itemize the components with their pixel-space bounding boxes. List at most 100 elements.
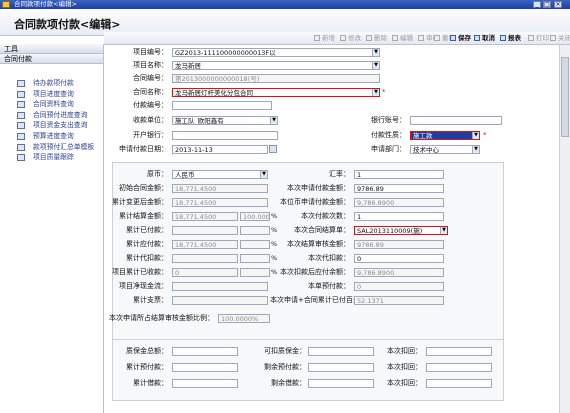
cum-stat-field	[172, 296, 268, 305]
sidebar-item-progress-query[interactable]: 项目进度查询	[0, 89, 103, 100]
calendar-icon[interactable]	[269, 145, 277, 153]
chevron-down-icon[interactable]: ▼	[472, 132, 479, 139]
remain-prepay-field[interactable]	[308, 363, 374, 372]
deductible-field[interactable]	[308, 347, 374, 356]
bank-label: 开户银行：	[133, 131, 168, 139]
rate-field[interactable]: 1	[354, 170, 444, 179]
payee-field[interactable]: 施工队_欧阳鑫有 ▼	[172, 116, 278, 125]
this-deduct3-field[interactable]	[426, 379, 492, 388]
vertical-scrollbar[interactable]	[559, 45, 570, 413]
unit-advance-value: 0	[357, 283, 362, 291]
settle-no-label: 本次合同结算单：	[294, 226, 350, 234]
window-titlebar: 合同款项付款<编辑> _ □ ×	[0, 0, 570, 9]
chevron-down-icon[interactable]: ▼	[440, 227, 447, 234]
chevron-down-icon[interactable]: ▼	[260, 171, 267, 178]
cash-flow-label: 项目净现金流：	[119, 282, 168, 290]
remain-borrow-label: 剩余借款：	[271, 379, 306, 387]
cum-borrow-field[interactable]	[172, 379, 238, 388]
cum-paid-label: 累计已付款：	[126, 226, 168, 234]
cum-payable-value: 18,771.4500	[175, 241, 217, 249]
deduct-label: 本次代扣款：	[308, 254, 350, 262]
report-label: 报表	[508, 34, 521, 42]
chevron-down-icon[interactable]: ▼	[372, 62, 379, 69]
cash-flow-field	[172, 282, 268, 291]
project-name-field[interactable]: 龙马新居 ▼	[172, 61, 380, 70]
apply-date-label: 申请付款日期：	[119, 145, 168, 153]
required-star: *	[382, 88, 386, 96]
pay-no-field[interactable]	[172, 101, 272, 110]
apply-dept-select[interactable]: 技术中心 ▼	[410, 145, 480, 154]
sidebar-item-prepay-progress[interactable]: 合同预付进度查询	[0, 110, 103, 121]
report-button[interactable]: 报表	[500, 34, 521, 43]
apply-date-field[interactable]: 2013-11-13	[172, 145, 268, 154]
cum-settle-value: 18,771.4500	[175, 213, 217, 221]
contract-name-field[interactable]: 龙马新居灯杆美化分包合同 ▼	[172, 88, 380, 97]
scrollbar-thumb[interactable]	[561, 57, 569, 137]
save-button[interactable]: 保存	[450, 34, 471, 43]
cum-change-label: 累计变更后金额：	[112, 198, 168, 206]
cancel-button[interactable]: 取消	[474, 34, 495, 43]
cum-prepay-field[interactable]	[172, 363, 238, 372]
chevron-down-icon[interactable]: ▼	[372, 49, 379, 56]
cum-paid-pct-field	[240, 226, 270, 235]
sidebar-item-prepay-template[interactable]: 款项预付汇总单模板	[0, 142, 103, 153]
currency-select[interactable]: 人民币 ▼	[172, 170, 268, 179]
modify-button[interactable]: 修改	[340, 34, 361, 43]
sidebar-item-budget-query[interactable]: 预算进度查询	[0, 131, 103, 142]
deposit-total-field[interactable]	[172, 347, 238, 356]
bank-field[interactable]	[172, 131, 278, 140]
sidebar-section-tools[interactable]: 工具	[0, 44, 103, 54]
check-icon	[418, 35, 424, 41]
project-no-field[interactable]: GZ2013-111100000000013F以 ▼	[172, 48, 380, 57]
deduct-field[interactable]: 0	[354, 254, 444, 263]
project-name-label: 项目名称：	[133, 61, 168, 69]
this-deduct1-field[interactable]	[426, 347, 492, 356]
add-button[interactable]: 新增	[314, 34, 335, 43]
sidebar-item-label: 合同预付进度查询	[33, 110, 88, 119]
window-title: 合同款项付款<编辑>	[14, 0, 77, 8]
close-button[interactable]: ×	[554, 1, 562, 8]
chevron-down-icon[interactable]: ▼	[372, 89, 379, 96]
document-icon	[17, 132, 25, 140]
chevron-down-icon[interactable]: ▼	[270, 117, 277, 124]
currency-value: 人民币	[175, 171, 195, 179]
save-label: 保存	[458, 34, 471, 42]
proj-received-pct-field	[240, 268, 270, 277]
sidebar-section-contract-pay[interactable]: 合同付款	[0, 54, 103, 64]
payee-label: 收款单位：	[133, 116, 168, 124]
delete-icon	[366, 35, 372, 41]
settle-ratio-value: 100.0000%	[221, 315, 259, 323]
contract-name-label: 合同名称：	[133, 88, 168, 96]
after-deduct-field: 9,786.8900	[354, 268, 444, 277]
required-star: *	[483, 131, 487, 139]
settle-no-select[interactable]: SAL2013110009(施) ▼	[354, 226, 448, 235]
print-button[interactable]: 打印	[528, 34, 549, 43]
sidebar-item-quality-track[interactable]: 项目质量跟踪	[0, 152, 103, 163]
project-no-label: 项目编号：	[133, 48, 168, 56]
bank-account-field[interactable]	[410, 116, 502, 125]
minimize-button[interactable]: _	[533, 1, 541, 8]
initial-amount-value: 18,771.4500	[175, 185, 217, 193]
edit-button[interactable]: 编辑	[392, 34, 413, 43]
delete-button[interactable]: 删除	[366, 34, 387, 43]
sidebar-item-fund-query[interactable]: 项目资金支出查询	[0, 120, 103, 131]
close-icon	[550, 35, 556, 41]
settle-amount-label: 本次结算审核金额：	[287, 240, 350, 248]
pay-count-field[interactable]: 1	[354, 212, 444, 221]
print-label: 打印	[536, 34, 549, 42]
pay-nature-select[interactable]: 施工款 ▼	[410, 131, 480, 140]
remain-borrow-field[interactable]	[308, 379, 374, 388]
proj-received-label: 项目累计已收款：	[112, 268, 168, 276]
sidebar-item-pending-payment[interactable]: 待办款项付款	[0, 78, 103, 89]
maximize-button[interactable]: □	[543, 1, 551, 8]
cum-stat-label: 累计支票：	[133, 296, 168, 304]
close-form-button[interactable]: 关闭	[550, 34, 570, 43]
delete-label: 删除	[374, 34, 387, 42]
contract-no-field: 第2013000000000018(号)	[172, 74, 380, 83]
sidebar-item-contract-query[interactable]: 合同资料查询	[0, 99, 103, 110]
document-icon	[17, 80, 25, 87]
chevron-down-icon[interactable]: ▼	[472, 146, 479, 153]
settle-ratio-label: 本次申请所占结算审核金额比例：	[109, 314, 214, 322]
apply-amount-field[interactable]: 9786.89	[354, 184, 444, 193]
this-deduct2-field[interactable]	[426, 363, 492, 372]
